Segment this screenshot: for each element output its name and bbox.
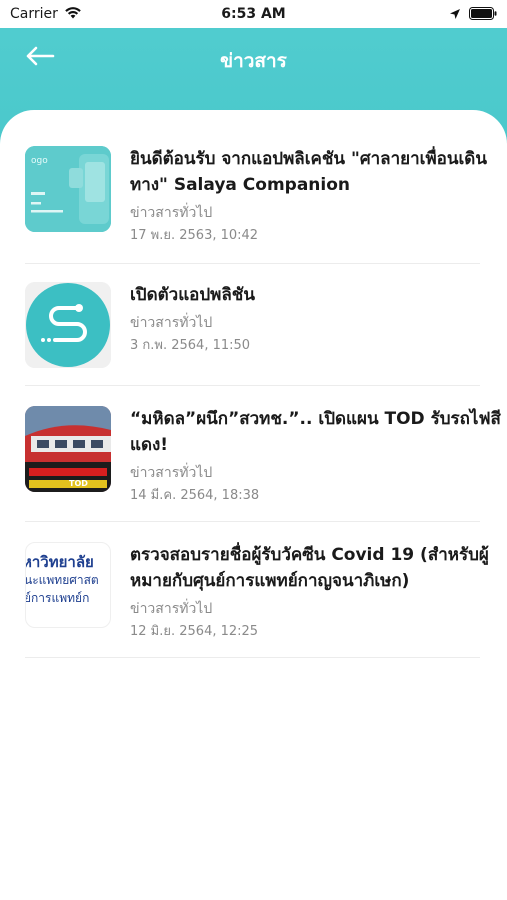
- news-date: 17 พ.ย. 2563, 10:42: [130, 228, 259, 243]
- wifi-icon: [64, 6, 82, 23]
- thumbnail-text-block: หาวิทยาลัย นะแพทยศาสต ย์การแพทย์ก: [25, 553, 110, 607]
- news-item[interactable]: ogo ยินดีต้อนรับ จากแอปพลิเคชัน "ศาลายาเ…: [0, 128, 507, 264]
- news-title-line: ตรวจสอบรายชื่อผู้รับวัคซีน Covid 19 (สำห…: [130, 545, 489, 565]
- status-left: Carrier: [10, 6, 82, 23]
- news-title-line: เปิดตัวแอปพลิชัน: [130, 285, 255, 305]
- news-category: ข่าวสารทั่วไป: [130, 601, 213, 617]
- news-title: เปิดตัวแอปพลิชัน: [130, 282, 507, 308]
- news-list-panel: ogo ยินดีต้อนรับ จากแอปพลิเคชัน "ศาลายาเ…: [0, 110, 507, 900]
- status-right: [449, 5, 497, 24]
- thumbnail-text: ย์การแพทย์ก: [25, 591, 90, 605]
- news-title-line: “มหิดล”ผนึก”สวทช.”.. เปิดแผน TOD รับรถไฟ…: [130, 409, 501, 429]
- battery-icon: [469, 5, 497, 24]
- news-title: ตรวจสอบรายชื่อผู้รับวัคซีน Covid 19 (สำห…: [130, 542, 507, 594]
- thumbnail-text: หาวิทยาลัย: [25, 553, 94, 571]
- news-thumbnail: ogo: [25, 146, 111, 232]
- news-item[interactable]: หาวิทยาลัย นะแพทยศาสต ย์การแพทย์ก ตรวจสอ…: [0, 522, 507, 658]
- news-title: ยินดีต้อนรับ จากแอปพลิเคชัน "ศาลายาเพื่อ…: [130, 146, 507, 198]
- news-date: 14 มี.ค. 2564, 18:38: [130, 488, 260, 503]
- thumbnail-text: ogo: [31, 156, 48, 166]
- status-bar: Carrier 6:53 AM: [0, 0, 507, 28]
- news-body: ตรวจสอบรายชื่อผู้รับวัคซีน Covid 19 (สำห…: [130, 542, 507, 642]
- news-category: ข่าวสารทั่วไป: [130, 465, 213, 481]
- location-arrow-icon: [449, 5, 461, 24]
- news-item[interactable]: เปิดตัวแอปพลิชัน ข่าวสารทั่วไป 3 ก.พ. 25…: [0, 264, 507, 386]
- news-item[interactable]: TOD “มหิดล”ผนึก”สวทช.”.. เปิดแผน TOD รับ…: [0, 386, 507, 522]
- news-body: ยินดีต้อนรับ จากแอปพลิเคชัน "ศาลายาเพื่อ…: [130, 146, 507, 246]
- news-title-line: หมายกับศุนย์การแพทย์กาญจนาภิเษก): [130, 571, 410, 591]
- news-category: ข่าวสารทั่วไป: [130, 205, 213, 221]
- page-title: ข่าวสาร: [220, 50, 287, 72]
- news-thumbnail: TOD: [25, 406, 111, 492]
- thumbnail-text: นะแพทยศาสต: [25, 573, 99, 587]
- news-date: 12 มิ.ย. 2564, 12:25: [130, 624, 259, 639]
- news-title-line: แดง!: [130, 435, 169, 455]
- news-title: “มหิดล”ผนึก”สวทช.”.. เปิดแผน TOD รับรถไฟ…: [130, 406, 507, 458]
- navigation-bar: ข่าวสาร: [0, 28, 507, 90]
- news-category: ข่าวสารทั่วไป: [130, 315, 213, 331]
- carrier-label: Carrier: [10, 6, 58, 22]
- news-thumbnail: [25, 282, 111, 368]
- divider: [25, 657, 480, 658]
- news-title-line: ยินดีต้อนรับ จากแอปพลิเคชัน "ศาลายาเพื่อ…: [130, 149, 487, 169]
- news-body: เปิดตัวแอปพลิชัน ข่าวสารทั่วไป 3 ก.พ. 25…: [130, 282, 507, 356]
- app-logo-icon: [25, 282, 111, 368]
- news-list: ogo ยินดีต้อนรับ จากแอปพลิเคชัน "ศาลายาเ…: [0, 128, 507, 658]
- news-body: “มหิดล”ผนึก”สวทช.”.. เปิดแผน TOD รับรถไฟ…: [130, 406, 507, 506]
- thumbnail-text: TOD: [69, 479, 88, 488]
- news-date: 3 ก.พ. 2564, 11:50: [130, 338, 251, 353]
- news-thumbnail: หาวิทยาลัย นะแพทยศาสต ย์การแพทย์ก: [25, 542, 111, 628]
- news-title-line: ทาง" Salaya Companion: [130, 175, 351, 195]
